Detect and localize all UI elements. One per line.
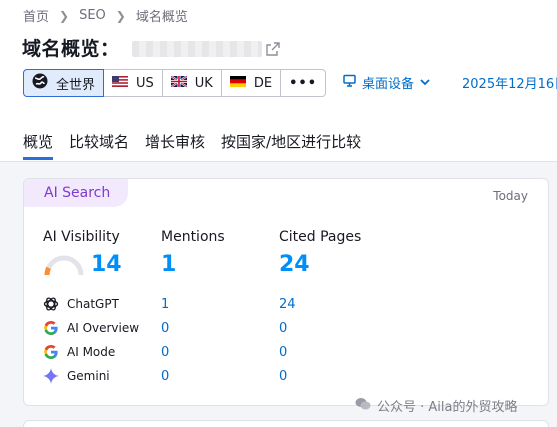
next-card	[23, 420, 549, 427]
database-us-label: US	[136, 75, 154, 91]
breadcrumb-home[interactable]: 首页	[23, 6, 49, 25]
database-uk-label: UK	[194, 75, 213, 91]
cited-pages-value: 24	[279, 252, 310, 277]
ai-search-badge: AI Search	[24, 179, 128, 207]
database-selector: 全世界 US UK DE •••	[23, 69, 327, 97]
desktop-icon	[343, 74, 356, 91]
tab-compare-by-country[interactable]: 按国家/地区进行比较	[221, 131, 361, 160]
wechat-icon	[355, 397, 371, 415]
us-flag-icon	[112, 75, 129, 91]
device-label: 桌面设备	[362, 77, 415, 92]
engine-row-ai-mode: AI Mode 0 0	[43, 342, 523, 362]
chevron-down-icon	[420, 75, 430, 90]
breadcrumb-seo[interactable]: SEO	[79, 8, 106, 23]
database-worldwide-label: 全世界	[56, 77, 96, 93]
engine-cited-pages[interactable]: 24	[279, 297, 296, 312]
watermark-text: 公众号 · Aila的外贸攻略	[377, 400, 518, 415]
google-icon	[43, 344, 59, 360]
domain-redacted	[131, 40, 262, 57]
tab-growth-audit[interactable]: 增长审核	[145, 131, 205, 160]
visibility-gauge	[43, 255, 85, 281]
more-icon: •••	[289, 75, 318, 91]
mentions-value: 1	[161, 252, 177, 277]
database-us-button[interactable]: US	[104, 69, 163, 97]
database-uk-button[interactable]: UK	[162, 69, 222, 97]
external-link-icon[interactable]	[265, 41, 280, 56]
globe-icon	[32, 73, 48, 93]
engine-cited-pages[interactable]: 0	[279, 369, 287, 384]
engine-name: Gemini	[67, 369, 110, 383]
cited-pages-label: Cited Pages	[279, 229, 362, 245]
mentions-label: Mentions	[161, 229, 225, 245]
device-selector[interactable]: 桌面设备	[343, 73, 430, 92]
engine-mentions[interactable]: 0	[161, 369, 169, 384]
database-de-label: DE	[253, 75, 273, 91]
engine-cited-pages[interactable]: 0	[279, 321, 287, 336]
watermark: 公众号 · Aila的外贸攻略	[355, 396, 517, 415]
engine-row-chatgpt: ChatGPT 1 24	[43, 294, 523, 314]
database-worldwide-button[interactable]: 全世界	[23, 69, 105, 97]
ai-visibility-label: AI Visibility	[43, 229, 120, 245]
chevron-right-icon: ❯	[59, 8, 70, 23]
tab-compare-domains[interactable]: 比较域名	[69, 131, 129, 160]
gemini-icon	[43, 368, 59, 384]
chevron-right-icon: ❯	[115, 8, 126, 23]
title-row: 域名概览：	[22, 34, 280, 61]
page-header: 首页 ❯ SEO ❯ 域名概览 域名概览： 全世界 US UK DE ••• 桌…	[0, 0, 557, 162]
tab-bar: 概览 比较域名 增长审核 按国家/地区进行比较	[23, 131, 377, 160]
chatgpt-icon	[43, 296, 59, 312]
more-databases-button[interactable]: •••	[281, 69, 327, 97]
database-de-button[interactable]: DE	[221, 69, 282, 97]
engine-row-ai-overview: AI Overview 0 0	[43, 318, 523, 338]
date-selector[interactable]: 2025年12月16日	[462, 73, 557, 92]
ai-visibility-value: 14	[91, 252, 122, 277]
ai-search-card: AI Search Today AI Visibility Mentions C…	[23, 178, 549, 406]
engine-row-gemini: Gemini 0 0	[43, 366, 523, 386]
engine-mentions[interactable]: 0	[161, 345, 169, 360]
engine-name: ChatGPT	[67, 297, 119, 311]
engine-mentions[interactable]: 0	[161, 321, 169, 336]
engine-cited-pages[interactable]: 0	[279, 345, 287, 360]
card-date: Today	[493, 189, 528, 203]
engine-name: AI Overview	[67, 321, 140, 335]
page-title: 域名概览：	[22, 38, 120, 60]
tab-overview[interactable]: 概览	[23, 131, 54, 160]
breadcrumb-current: 域名概览	[135, 10, 188, 25]
de-flag-icon	[229, 75, 246, 91]
google-icon	[43, 320, 59, 336]
breadcrumb: 首页 ❯ SEO ❯ 域名概览	[23, 6, 188, 25]
engine-name: AI Mode	[67, 345, 116, 359]
engine-mentions[interactable]: 1	[161, 297, 169, 312]
visibility-gauge-fill	[44, 266, 51, 276]
uk-flag-icon	[170, 74, 188, 91]
